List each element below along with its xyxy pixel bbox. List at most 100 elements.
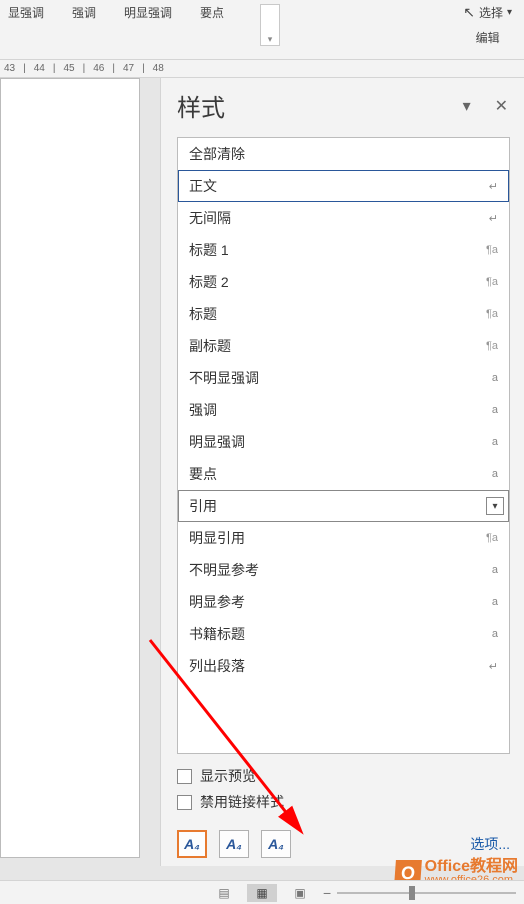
new-style-button[interactable]: A₄ — [177, 830, 207, 858]
horizontal-ruler[interactable]: 43| 44| 45| 46| 47| 48 — [0, 60, 524, 78]
style-item-intense-reference[interactable]: 明显参考 a — [178, 586, 509, 618]
style-inspector-button[interactable]: A₄ — [219, 830, 249, 858]
styles-gallery-more-button[interactable]: ▾ — [260, 4, 280, 46]
style-item-subtitle[interactable]: 副标题 ¶a — [178, 330, 509, 362]
style-label: 明显引用 — [189, 528, 245, 548]
ribbon-style-item[interactable]: 强调 — [72, 4, 96, 21]
read-mode-icon: ▤ — [218, 886, 229, 900]
style-item-subtle-emphasis[interactable]: 不明显强调 a — [178, 362, 509, 394]
ribbon-styles-group: 显强调 强调 明显强调 要点 ▾ — [0, 0, 288, 59]
style-label: 副标题 — [189, 336, 231, 356]
manage-styles-button[interactable]: A₄ — [261, 830, 291, 858]
style-label: 要点 — [189, 464, 217, 484]
style-label: 标题 — [189, 304, 217, 324]
styles-options-link[interactable]: 选项... — [470, 834, 510, 854]
read-mode-button[interactable]: ▤ — [209, 884, 239, 902]
print-layout-button[interactable]: ▦ — [247, 884, 277, 902]
web-layout-icon: ▣ — [294, 886, 305, 900]
style-marker: ¶a — [486, 532, 498, 544]
style-marker: ↵ — [489, 180, 498, 193]
watermark-title: Office教程网 — [425, 859, 518, 875]
style-item-no-spacing[interactable]: 无间隔 ↵ — [178, 202, 509, 234]
style-item-heading-2[interactable]: 标题 2 ¶a — [178, 266, 509, 298]
styles-pane-header: 样式 ▾ ✕ — [177, 88, 510, 123]
new-style-icon: A₄ — [184, 836, 200, 852]
main-area: 样式 ▾ ✕ 全部清除 正文 ↵ 无间隔 ↵ 标题 1 ¶a — [0, 78, 524, 866]
ribbon-style-item[interactable]: 显强调 — [8, 4, 44, 21]
cursor-icon: ↖ — [463, 4, 475, 21]
ruler-mark: 46 — [93, 63, 104, 74]
style-label: 明显强调 — [189, 432, 245, 452]
zoom-slider-track[interactable] — [337, 892, 516, 894]
style-label: 列出段落 — [189, 656, 245, 676]
style-item-strong[interactable]: 要点 a — [178, 458, 509, 490]
ribbon-style-item[interactable]: 要点 — [200, 4, 224, 21]
ruler-mark: 48 — [153, 63, 164, 74]
style-item-intense-emphasis[interactable]: 明显强调 a — [178, 426, 509, 458]
style-item-title[interactable]: 标题 ¶a — [178, 298, 509, 330]
style-label: 强调 — [189, 400, 217, 420]
style-label: 引用 — [189, 496, 217, 516]
web-layout-button[interactable]: ▣ — [285, 884, 315, 902]
style-item-list-paragraph[interactable]: 列出段落 ↵ — [178, 650, 509, 682]
print-layout-icon: ▦ — [256, 886, 267, 900]
disable-linked-label: 禁用链接样式 — [200, 792, 284, 812]
style-label: 正文 — [189, 176, 217, 196]
style-label: 全部清除 — [189, 144, 245, 164]
styles-pane-bottom-buttons: A₄ A₄ A₄ 选项... — [177, 830, 510, 858]
style-item-normal[interactable]: 正文 ↵ — [178, 170, 509, 202]
style-marker: a — [492, 468, 498, 480]
style-dropdown-arrow[interactable]: ▾ — [486, 497, 504, 515]
select-dropdown[interactable]: ↖ 选择 ▾ — [463, 4, 512, 21]
select-label: 选择 — [479, 4, 503, 21]
ribbon: 显强调 强调 明显强调 要点 ▾ ↖ 选择 ▾ 编辑 — [0, 0, 524, 60]
style-marker: ¶a — [486, 244, 498, 256]
style-marker: ¶a — [486, 276, 498, 288]
style-marker: a — [492, 372, 498, 384]
style-marker: ¶a — [486, 308, 498, 320]
style-item-clear-all[interactable]: 全部清除 — [178, 138, 509, 170]
document-area — [0, 78, 160, 866]
show-preview-label: 显示预览 — [200, 766, 256, 786]
disable-linked-checkbox-row[interactable]: 禁用链接样式 — [177, 792, 510, 812]
style-label: 无间隔 — [189, 208, 231, 228]
style-marker: ¶a — [486, 340, 498, 352]
editing-group-label: 编辑 — [463, 29, 512, 46]
zoom-out-button[interactable]: − — [323, 885, 331, 901]
zoom-slider[interactable]: − — [323, 885, 516, 901]
style-marker: a — [492, 628, 498, 640]
style-marker: ↵ — [489, 212, 498, 225]
ruler-mark: 43 — [4, 63, 15, 74]
style-label: 不明显参考 — [189, 560, 259, 580]
zoom-slider-thumb[interactable] — [409, 886, 415, 900]
style-item-emphasis[interactable]: 强调 a — [178, 394, 509, 426]
ruler-mark: 44 — [34, 63, 45, 74]
style-label: 书籍标题 — [189, 624, 245, 644]
style-label: 明显参考 — [189, 592, 245, 612]
pane-close-button[interactable]: ✕ — [495, 96, 508, 116]
show-preview-checkbox-row[interactable]: 显示预览 — [177, 766, 510, 786]
style-marker: a — [492, 436, 498, 448]
document-page[interactable] — [0, 78, 140, 858]
pane-menu-button[interactable]: ▾ — [463, 96, 471, 116]
show-preview-checkbox[interactable] — [177, 769, 192, 784]
styles-list: 全部清除 正文 ↵ 无间隔 ↵ 标题 1 ¶a 标题 2 ¶a 标题 ¶a — [177, 137, 510, 754]
style-marker: a — [492, 404, 498, 416]
style-item-intense-quote[interactable]: 明显引用 ¶a — [178, 522, 509, 554]
style-item-heading-1[interactable]: 标题 1 ¶a — [178, 234, 509, 266]
disable-linked-checkbox[interactable] — [177, 795, 192, 810]
style-item-book-title[interactable]: 书籍标题 a — [178, 618, 509, 650]
style-item-subtle-reference[interactable]: 不明显参考 a — [178, 554, 509, 586]
chevron-down-icon: ▾ — [507, 7, 512, 18]
style-label: 标题 1 — [189, 240, 229, 260]
style-marker: a — [492, 564, 498, 576]
style-item-quote[interactable]: 引用 ▾ — [178, 490, 509, 522]
style-marker: ↵ — [489, 660, 498, 673]
ribbon-editing-group: ↖ 选择 ▾ 编辑 — [463, 4, 512, 46]
status-bar: ▤ ▦ ▣ − — [0, 880, 524, 904]
styles-pane: 样式 ▾ ✕ 全部清除 正文 ↵ 无间隔 ↵ 标题 1 ¶a — [160, 78, 524, 866]
ribbon-style-item[interactable]: 明显强调 — [124, 4, 172, 21]
style-label: 标题 2 — [189, 272, 229, 292]
manage-styles-icon: A₄ — [268, 836, 284, 852]
style-inspector-icon: A₄ — [226, 836, 242, 852]
